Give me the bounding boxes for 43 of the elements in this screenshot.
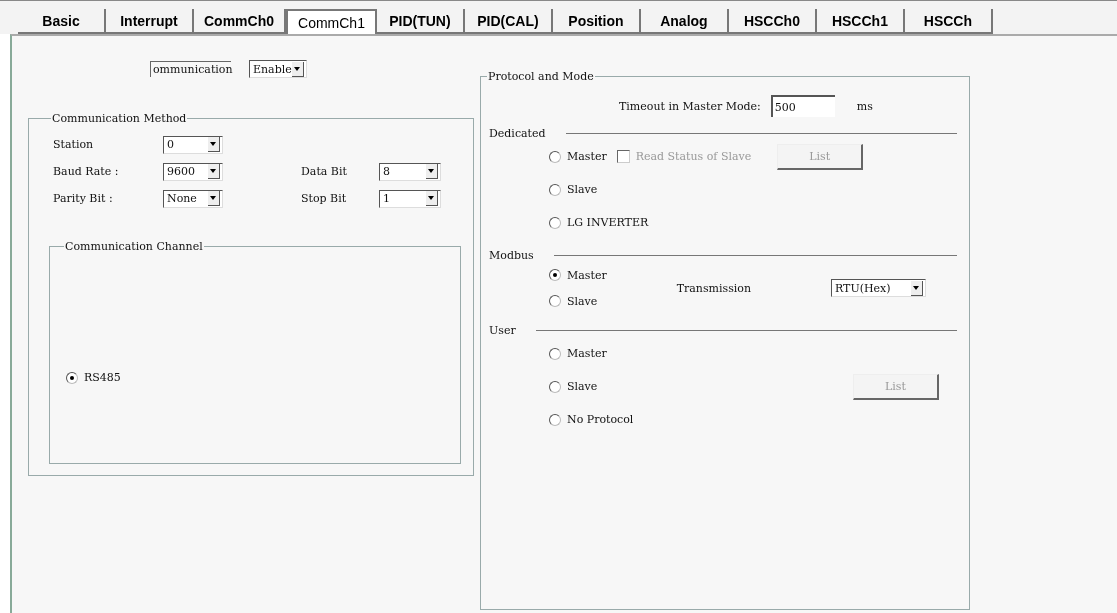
field-label: Baud Rate : [53, 165, 120, 178]
tab[interactable]: PID(TUN) [376, 9, 465, 34]
tab[interactable]: Basic [18, 9, 106, 34]
tab[interactable]: Position [552, 9, 641, 34]
transmission-dropdown[interactable]: RTU(Hex) [831, 279, 926, 297]
tab[interactable]: HSCCh [904, 9, 993, 34]
group-title: Protocol and Mode [487, 70, 595, 83]
radio-option[interactable]: Master [549, 150, 607, 163]
field-label: Parity Bit : [53, 192, 114, 205]
radio-option[interactable]: Slave [549, 380, 598, 393]
tab[interactable]: PID(CAL) [464, 9, 553, 34]
radio-option[interactable]: No Protocol [549, 413, 634, 426]
communication-dropdown[interactable]: Enable [249, 60, 307, 78]
dropdown[interactable]: 1 [379, 189, 441, 208]
transmission-label: Transmission [676, 281, 751, 295]
section-title: User [489, 324, 516, 337]
field-label: Stop Bit [301, 192, 348, 205]
field-label: Data Bit [301, 165, 348, 178]
timeout-label: Timeout in Master Mode: [619, 99, 761, 113]
tab[interactable]: HSCCh1 [816, 9, 905, 34]
tab[interactable]: Analog [640, 9, 729, 34]
group-title: Communication Channel [64, 240, 204, 253]
unit-label: ms [856, 99, 873, 113]
radio-option[interactable]: RS485 [66, 371, 121, 384]
tab[interactable]: CommCh0 [194, 9, 286, 34]
tab[interactable]: CommCh1 [286, 9, 377, 34]
radio-option[interactable]: Master [549, 347, 607, 360]
dropdown[interactable]: 9600 [163, 162, 223, 181]
timeout-field[interactable]: 500 [770, 95, 835, 117]
group-title: Communication Method [51, 112, 188, 125]
dropdown[interactable]: None [163, 189, 223, 208]
dropdown[interactable]: 8 [379, 162, 441, 181]
tab[interactable]: HSCCh0 [728, 9, 817, 34]
section-title: Dedicated [489, 127, 546, 140]
tab[interactable]: Interrupt [106, 9, 194, 34]
radio-option[interactable]: Master [549, 268, 607, 282]
dropdown[interactable]: 0 [163, 135, 223, 154]
field-label: Station [53, 138, 95, 151]
communication-label: ommunication [150, 61, 231, 77]
radio-option[interactable]: LG INVERTER [549, 216, 649, 229]
radio-option[interactable]: Slave [549, 183, 598, 196]
section-title: Modbus [489, 249, 534, 262]
radio-option[interactable]: Slave [549, 294, 598, 308]
